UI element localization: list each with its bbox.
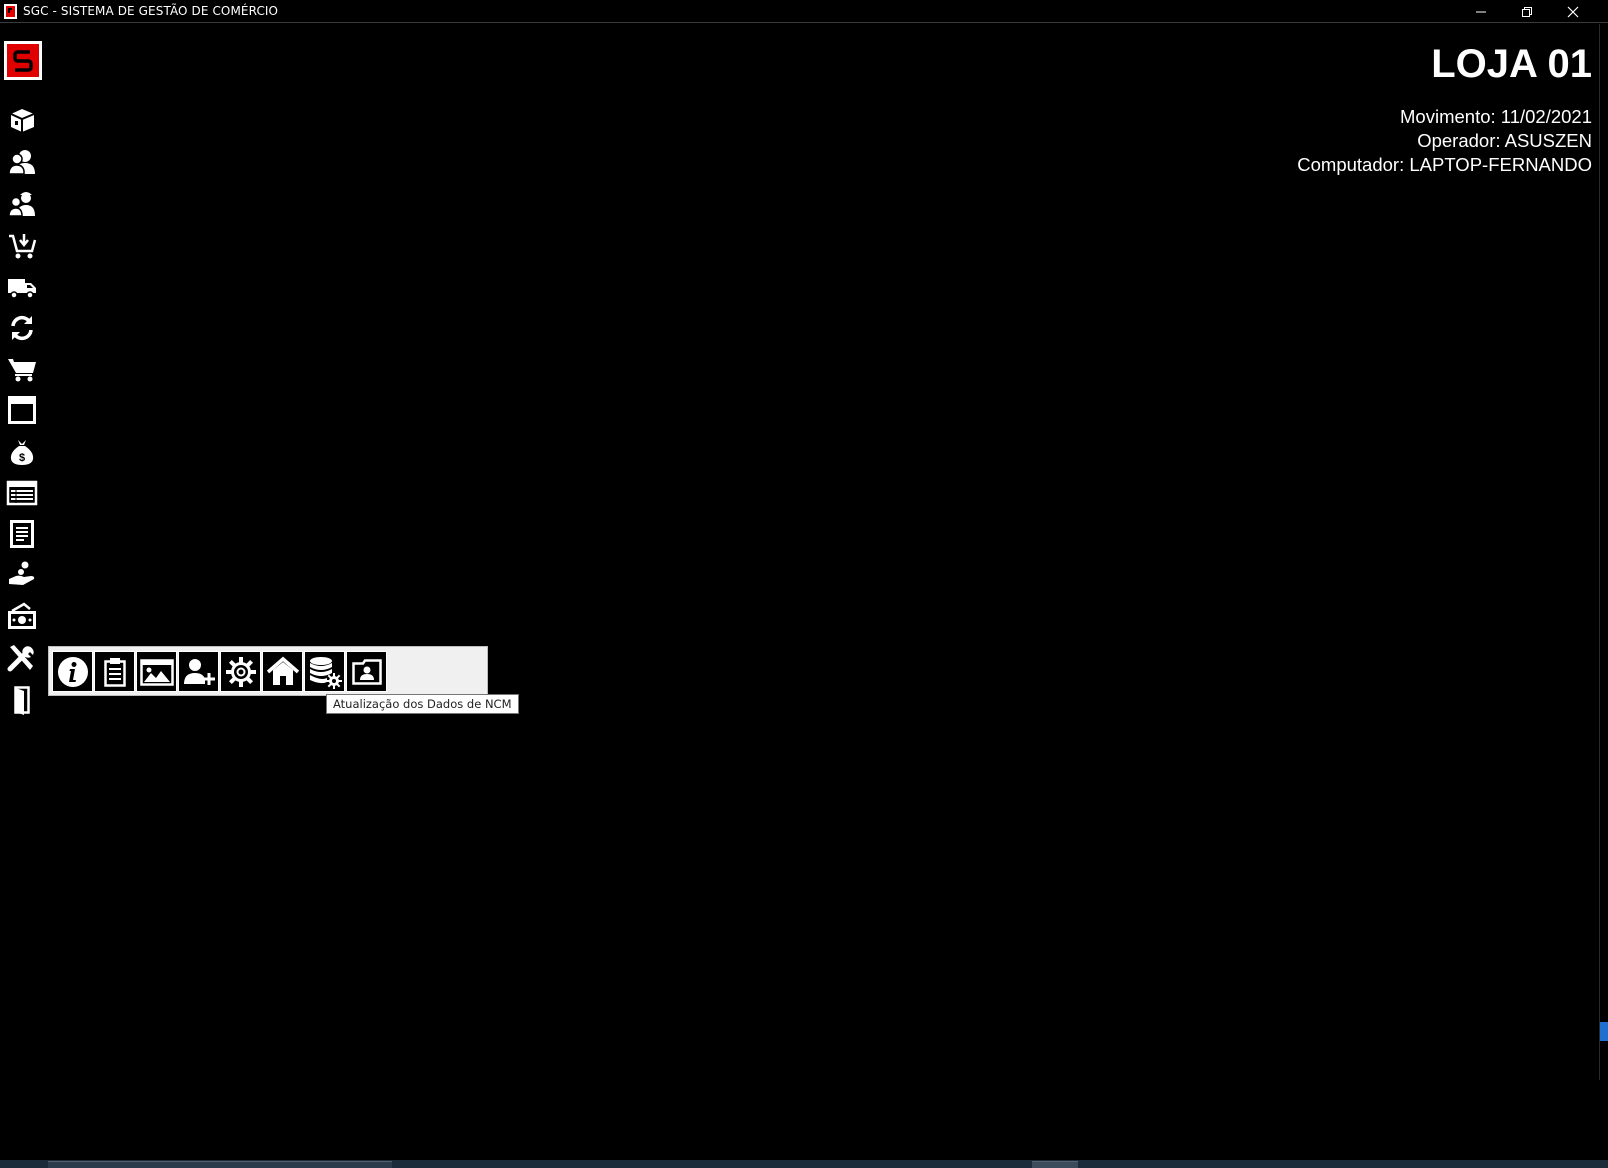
image-button[interactable]	[136, 651, 177, 692]
window-title: SGC - SISTEMA DE GESTÃO DE COMÉRCIO	[23, 4, 279, 18]
sidebar-item-reports[interactable]	[5, 517, 39, 551]
settings-button[interactable]	[220, 651, 261, 692]
window-icon	[8, 396, 36, 424]
worker-icon	[8, 192, 35, 217]
sidebar-item-employees[interactable]	[5, 187, 39, 221]
truck-icon	[8, 279, 36, 299]
taskbar-item[interactable]	[1032, 1161, 1078, 1168]
user-folder-icon	[351, 658, 382, 685]
sidebar-item-payments[interactable]	[5, 558, 39, 592]
title-bar: SGC - SISTEMA DE GESTÃO DE COMÉRCIO	[0, 0, 1608, 23]
box-icon	[10, 109, 35, 132]
computador-label: Computador: LAPTOP-FERNANDO	[1297, 154, 1592, 175]
sidebar-item-purchases[interactable]	[5, 229, 39, 263]
cash-register-icon	[8, 602, 36, 629]
taskbar-item[interactable]	[48, 1161, 392, 1168]
ncm-update-button[interactable]	[304, 651, 345, 692]
movimento-label: Movimento: 11/02/2021	[1400, 106, 1592, 127]
info-button[interactable]	[52, 651, 93, 692]
scrollbar-thumb[interactable]	[1600, 1022, 1608, 1041]
logo-s-icon	[13, 50, 33, 72]
vertical-scrollbar[interactable]	[1599, 24, 1608, 1080]
sidebar-item-clients[interactable]	[5, 145, 39, 179]
sidebar-item-finance[interactable]: $	[5, 435, 39, 469]
svg-text:$: $	[19, 452, 25, 464]
clipboard-button[interactable]	[94, 651, 135, 692]
close-icon	[1567, 6, 1579, 17]
restore-icon	[1522, 6, 1532, 17]
app-logo-icon	[4, 4, 17, 19]
sidebar-item-sales[interactable]	[5, 352, 39, 386]
sidebar-item-list[interactable]	[5, 476, 39, 510]
database-settings-icon	[309, 656, 342, 689]
cart-download-icon	[9, 234, 37, 259]
home-button[interactable]	[262, 651, 303, 692]
home-icon	[266, 656, 299, 685]
exit-door-icon	[14, 686, 30, 715]
receipt-icon	[10, 520, 34, 548]
tools-popup-toolbar	[48, 646, 488, 696]
sidebar-item-delivery[interactable]	[5, 270, 39, 304]
close-button[interactable]	[1550, 0, 1596, 23]
tools-icon	[7, 645, 34, 672]
add-user-button[interactable]	[178, 651, 219, 692]
sidebar-item-sync[interactable]	[5, 311, 39, 345]
settings-gear-icon	[225, 656, 256, 687]
users-icon	[8, 150, 35, 175]
sidebar-item-cashier[interactable]	[5, 599, 39, 633]
sidebar-item-products[interactable]	[5, 103, 39, 137]
restore-button[interactable]	[1504, 0, 1550, 23]
user-folder-button[interactable]	[346, 651, 387, 692]
list-icon	[6, 480, 38, 506]
shopping-cart-icon	[8, 359, 36, 382]
clipboard-icon	[103, 657, 126, 687]
refresh-icon	[11, 315, 33, 341]
sgc-logo	[4, 41, 42, 80]
sidebar-item-tools[interactable]	[5, 641, 39, 675]
info-icon	[57, 656, 88, 687]
minimize-button[interactable]	[1458, 0, 1504, 23]
minimize-icon	[1476, 11, 1486, 12]
sidebar-item-exit[interactable]	[5, 683, 39, 717]
image-icon	[139, 658, 174, 686]
tooltip: Atualização dos Dados de NCM	[326, 694, 519, 714]
hand-coin-icon	[9, 561, 35, 585]
money-bag-icon: $	[10, 440, 34, 465]
add-user-icon	[183, 658, 215, 685]
operador-label: Operador: ASUSZEN	[1417, 130, 1592, 151]
store-name: LOJA 01	[1431, 42, 1592, 86]
sidebar-item-window[interactable]	[5, 393, 39, 427]
